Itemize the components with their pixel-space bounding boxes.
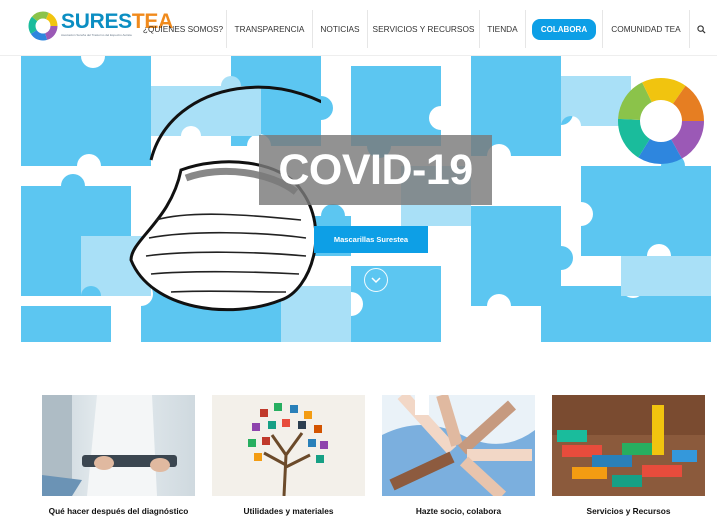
icon-tree-image (212, 395, 365, 496)
nav-quienes-somos[interactable]: ¿QUIENES SOMOS? (140, 10, 226, 48)
hero-title: COVID-19 (278, 145, 473, 194)
card-label: Hazte socio, colabora (415, 506, 502, 516)
hands-together-image (382, 395, 535, 496)
logo-tagline: Asociación Sureña del Trastorno del Espe… (61, 33, 132, 37)
mascarillas-button[interactable]: Mascarillas Surestea (314, 226, 428, 253)
main-nav: ¿QUIENES SOMOS? TRANSPARENCIA NOTICIAS S… (140, 10, 713, 48)
search-button[interactable] (689, 10, 713, 48)
search-icon (697, 24, 706, 34)
nav-colabora[interactable]: COLABORA (525, 10, 602, 48)
nav-servicios-recursos[interactable]: SERVICIOS Y RECURSOS (367, 10, 479, 48)
card-diagnostico[interactable]: Qué hacer después del diagnóstico (42, 395, 195, 516)
chevron-down-icon (371, 276, 381, 283)
hero-banner: COVID-19 Mascarillas Surestea (21, 56, 711, 342)
doctor-tablet-image (42, 395, 195, 496)
puzzle-ring-icon (618, 78, 704, 164)
card-hazte-socio[interactable]: Hazte socio, colabora (382, 395, 535, 516)
hero-title-box: COVID-19 (259, 135, 492, 205)
wooden-blocks-image (552, 395, 705, 496)
card-servicios-recursos[interactable]: Servicios y Recursos (552, 395, 705, 516)
scroll-down-button[interactable] (364, 268, 388, 292)
nav-tienda[interactable]: TIENDA (479, 10, 525, 48)
site-header: SURESTEA Asociación Sureña del Trastorno… (0, 0, 717, 56)
card-label: Servicios y Recursos (586, 506, 671, 516)
colabora-button[interactable]: COLABORA (531, 18, 597, 40)
card-label: Utilidades y materiales (243, 506, 334, 516)
site-logo[interactable]: SURESTEA Asociación Sureña del Trastorno… (28, 11, 173, 47)
card-label: Qué hacer después del diagnóstico (48, 506, 189, 516)
card-utilidades[interactable]: Utilidades y materiales (212, 395, 365, 516)
nav-comunidad-tea[interactable]: COMUNIDAD TEA (602, 10, 689, 48)
logo-ring-icon (28, 11, 58, 41)
nav-transparencia[interactable]: TRANSPARENCIA (226, 10, 312, 48)
nav-noticias[interactable]: NOTICIAS (312, 10, 367, 48)
